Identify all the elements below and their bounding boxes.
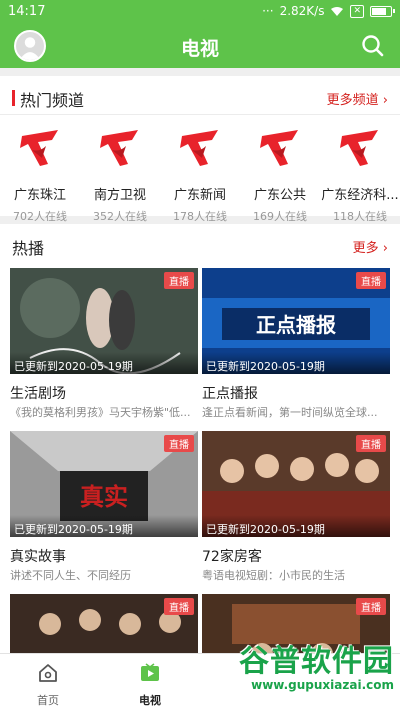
live-badge: 直播 [356, 435, 386, 452]
channel-online: 118人在线 [333, 210, 387, 223]
gdtv-logo-icon [100, 130, 138, 166]
status-bar: 14:17 ··· 2.82K/s ✕ [0, 0, 400, 24]
battery-icon [370, 5, 395, 17]
watermark-text: 谷普软件园 [239, 644, 394, 679]
tab-home[interactable]: 首页 [18, 662, 78, 708]
program-card[interactable]: 直播 已更新到2020-05-19期 生活剧场 《我的莫格利男孩》马天宇杨紫"低… [10, 268, 198, 428]
watermark: 谷普软件园 www.gupuxiazai.com [239, 636, 394, 692]
program-card[interactable]: 真实 直播 已更新到2020-05-19期 真实故事 讲述不同人生、不同经历 [10, 431, 198, 591]
program-thumbnail: 真实 直播 已更新到2020-05-19期 [10, 431, 198, 537]
live-badge: 直播 [356, 598, 386, 615]
net-speed: 2.82K/s [279, 4, 325, 18]
section-title: 热门频道 [20, 91, 85, 110]
svg-text:正点播报: 正点播报 [256, 313, 336, 337]
more-programs-link[interactable]: 更多 › [353, 237, 388, 256]
program-thumbnail: 正点播报 直播 已更新到2020-05-19期 [202, 268, 390, 374]
tab-tv[interactable]: 电视 [120, 662, 180, 708]
section-marker [12, 90, 15, 106]
live-badge: 直播 [164, 598, 194, 615]
channel-name: 广东公共 [253, 188, 306, 203]
program-card[interactable]: 直播 已更新到2020-05-19期 72家房客 粤语电视短剧：小市民的生活 [202, 431, 390, 591]
update-status: 已更新到2020-05-19期 [202, 352, 390, 374]
battery-level [372, 7, 387, 15]
program-thumbnail: 直播 已更新到2020-05-19期 [10, 268, 198, 374]
channel-name: 广东新闻 [173, 188, 226, 203]
live-badge: 直播 [164, 435, 194, 452]
hot-channels-section: 热门频道 更多频道 › 广东珠江 702人在线 南方卫视 352人在线 广东新闻… [0, 76, 400, 223]
channel-online: 352人在线 [93, 210, 147, 223]
program-desc: 《我的莫格利男孩》马天宇杨紫"低... [10, 406, 191, 419]
program-desc: 讲述不同人生、不同经历 [10, 569, 131, 582]
wifi-icon [331, 6, 344, 16]
channel-item[interactable]: 广东新闻 178人在线 [160, 120, 240, 224]
live-badge: 直播 [356, 272, 386, 289]
dots-icon: ··· [262, 4, 274, 18]
svg-text:真实: 真实 [80, 482, 128, 511]
hot-programs-section: 热播 更多 › 直播 已更新到2020-05-19期 生活剧场 《我的莫格利男孩… [0, 224, 400, 654]
more-channels-link[interactable]: 更多频道 › [327, 89, 388, 108]
status-time: 14:17 [8, 4, 46, 19]
gdtv-logo-icon [260, 130, 298, 166]
app-header: 电视 [0, 24, 400, 68]
program-card[interactable]: 正点播报 直播 已更新到2020-05-19期 正点播报 逢正点看新闻，第一时间… [202, 268, 390, 428]
section-header: 热播 更多 › [0, 224, 400, 262]
program-title: 生活剧场 [10, 386, 66, 402]
channel-name: 广东珠江 [13, 188, 66, 203]
channel-item[interactable]: 广东公共 169人在线 [240, 120, 320, 224]
watermark-url: www.gupuxiazai.com [251, 678, 394, 692]
search-icon[interactable] [360, 33, 386, 59]
program-title: 真实故事 [10, 549, 66, 565]
update-status: 已更新到2020-05-19期 [10, 352, 198, 374]
channel-online: 169人在线 [253, 210, 307, 223]
tab-label: 首页 [37, 694, 59, 707]
page-title: 电视 [180, 38, 219, 60]
gdtv-logo-icon [340, 130, 378, 166]
update-status: 已更新到2020-05-19期 [202, 515, 390, 537]
channel-online: 702人在线 [13, 210, 67, 223]
program-thumbnail: 直播 [10, 594, 198, 654]
tv-icon [141, 663, 159, 681]
channel-online: 178人在线 [173, 210, 227, 223]
channel-list: 广东珠江 702人在线 南方卫视 352人在线 广东新闻 178人在线 广东公共… [0, 120, 400, 224]
channel-name: 广东经济科... [321, 188, 399, 203]
tab-label: 电视 [139, 694, 161, 707]
channel-name: 南方卫视 [93, 188, 146, 203]
section-header: 热门频道 更多频道 › [0, 76, 400, 114]
program-title: 正点播报 [202, 386, 258, 402]
gdtv-logo-icon [20, 130, 58, 166]
live-badge: 直播 [164, 272, 194, 289]
home-icon [39, 664, 57, 682]
program-card[interactable]: 直播 [10, 594, 198, 654]
update-status: 已更新到2020-05-19期 [10, 515, 198, 537]
divider [0, 114, 400, 115]
channel-item[interactable]: 南方卫视 352人在线 [80, 120, 160, 224]
sim-off-icon: ✕ [350, 4, 364, 18]
program-title: 72家房客 [202, 549, 262, 565]
program-desc: 逢正点看新闻，第一时间纵览全球... [202, 406, 378, 419]
program-thumbnail: 直播 已更新到2020-05-19期 [202, 431, 390, 537]
gdtv-logo-icon [180, 130, 218, 166]
program-desc: 粤语电视短剧：小市民的生活 [202, 569, 345, 582]
channel-item[interactable]: 广东珠江 702人在线 [0, 120, 80, 224]
channel-item[interactable]: 广东经济科... 118人在线 [320, 120, 400, 224]
section-title: 热播 [12, 239, 45, 258]
